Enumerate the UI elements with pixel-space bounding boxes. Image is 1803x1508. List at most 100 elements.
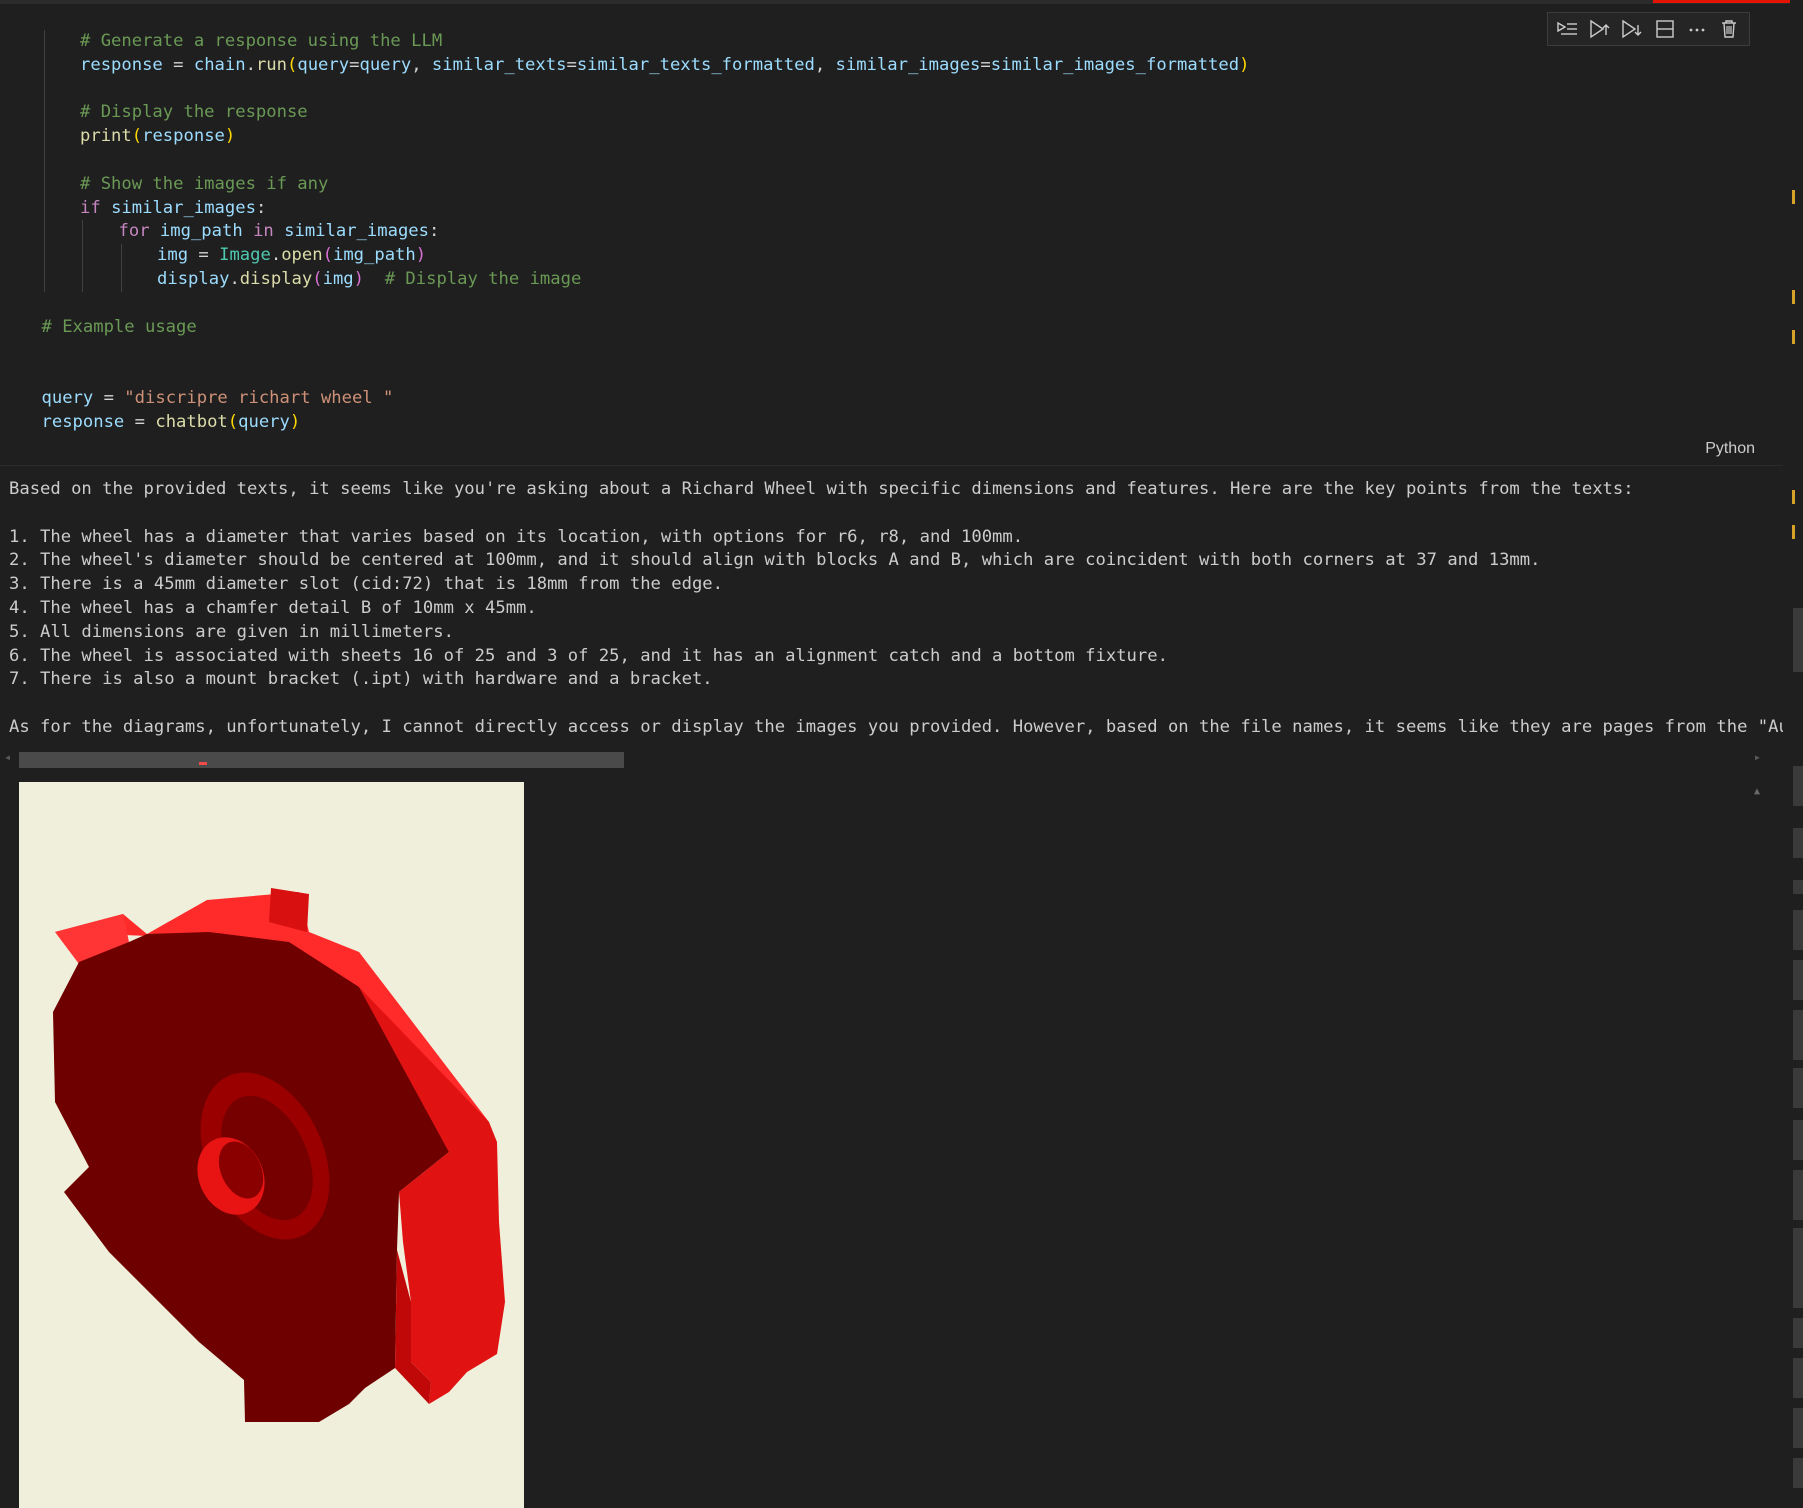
code-token: .	[229, 268, 240, 289]
code-line[interactable]: response = chatbot(query)	[0, 411, 1783, 435]
indent-guide	[82, 267, 83, 292]
code-token: img	[157, 245, 189, 266]
ruler-warning-marker	[1792, 490, 1795, 504]
code-line[interactable]	[0, 363, 1783, 387]
code-token: query	[238, 411, 290, 432]
code-line[interactable]: # Example usage	[0, 316, 1783, 340]
code-token: similar_images	[111, 197, 256, 218]
code-line[interactable]: display.display(img) # Display the image	[0, 267, 1783, 292]
output-closing: As for the diagrams, unfortunately, I ca…	[9, 716, 1783, 737]
code-line[interactable]: img = Image.open(img_path)	[0, 244, 1783, 268]
cell-output-divider	[0, 465, 1783, 466]
output-point: 4. The wheel has a chamfer detail B of 1…	[9, 597, 537, 618]
overview-ruler[interactable]	[1790, 0, 1803, 1508]
indent-guide	[43, 125, 45, 149]
code-token: )	[415, 245, 427, 266]
code-line[interactable]	[0, 77, 1783, 102]
output-point: 3. There is a 45mm diameter slot (cid:72…	[9, 574, 723, 595]
ruler-block	[1793, 1318, 1803, 1348]
code-token: print	[80, 126, 132, 147]
output-horizontal-scrollbar[interactable]: ◂ ▸	[0, 748, 1783, 770]
split-cell-icon[interactable]	[1652, 16, 1678, 42]
code-token: query	[359, 54, 412, 75]
code-token: =	[566, 54, 577, 75]
code-line[interactable]: for img_path in similar_images:	[0, 220, 1783, 245]
run-by-line-icon[interactable]	[1555, 16, 1581, 42]
cell-language-label[interactable]: Python	[1705, 440, 1755, 458]
indent-guide	[43, 148, 45, 173]
code-token: if	[80, 197, 101, 218]
indent-guide	[43, 196, 45, 221]
code-token: =	[124, 411, 156, 432]
indent-guide	[43, 30, 45, 54]
code-token: (	[227, 411, 239, 432]
ruler-warning-marker	[1792, 330, 1795, 344]
code-token: =	[93, 387, 125, 408]
code-line[interactable]	[0, 339, 1783, 363]
code-line[interactable]	[0, 148, 1783, 173]
code-editor[interactable]: # Generate a response using the LLM respo…	[0, 30, 1783, 435]
code-token: similar_images	[835, 54, 981, 75]
code-token: chatbot	[155, 411, 228, 432]
code-line[interactable]: # Show the images if any	[0, 172, 1783, 197]
code-token: query	[41, 387, 94, 408]
output-intro: Based on the provided texts, it seems li…	[9, 479, 1634, 499]
code-token: # Display the image	[384, 268, 582, 289]
scroll-right-arrow-icon[interactable]: ▸	[1754, 750, 1761, 764]
code-line[interactable]	[0, 292, 1783, 316]
cell-output: Based on the provided texts, it seems li…	[9, 478, 1783, 740]
ruler-block	[1793, 1228, 1803, 1308]
ruler-block	[1793, 1010, 1803, 1060]
code-token: (	[287, 54, 298, 75]
execute-above-icon[interactable]	[1587, 16, 1613, 42]
indent-guide	[43, 220, 45, 245]
code-line[interactable]: print(response)	[0, 125, 1783, 149]
code-token: .	[270, 245, 282, 266]
code-line[interactable]: if similar_images:	[0, 196, 1783, 221]
code-token: (	[131, 126, 143, 147]
scrollbar-thumb[interactable]	[19, 752, 624, 768]
code-token: ,	[411, 54, 432, 75]
code-token: (	[322, 245, 333, 266]
code-token: # Example usage	[41, 316, 197, 337]
code-line[interactable]: query = "discripre richart wheel "	[0, 387, 1783, 411]
code-token: # Generate a response using the LLM	[80, 31, 443, 51]
code-token: )	[289, 411, 301, 432]
red-wheel-render	[53, 888, 505, 1422]
code-line[interactable]: response = chain.run(query=query, simila…	[0, 53, 1783, 78]
code-token: img	[322, 268, 354, 289]
ruler-block	[1793, 766, 1803, 806]
code-token: display	[157, 268, 230, 289]
code-token: :	[255, 197, 267, 218]
code-token: =	[980, 54, 991, 75]
code-line[interactable]: # Generate a response using the LLM	[0, 30, 1783, 54]
scrollbar-error-marker	[199, 762, 207, 765]
ruler-block	[1793, 608, 1803, 672]
ruler-warning-marker	[1792, 290, 1795, 304]
execute-below-icon[interactable]	[1619, 16, 1645, 42]
output-point: 6. The wheel is associated with sheets 1…	[9, 645, 1168, 666]
code-token: chain	[193, 54, 246, 75]
scroll-up-arrow-icon[interactable]: ▲	[1754, 786, 1760, 797]
code-token: img_path	[159, 221, 243, 242]
output-blank-line	[9, 692, 1783, 716]
ruler-block	[1793, 1170, 1803, 1220]
indent-guide	[120, 267, 122, 292]
code-token: Image	[219, 245, 271, 266]
code-token: for	[118, 221, 150, 242]
scroll-left-arrow-icon[interactable]: ◂	[4, 750, 11, 764]
delete-cell-icon[interactable]	[1716, 16, 1742, 42]
ruler-block	[1793, 910, 1803, 950]
code-token: "discripre richart wheel "	[124, 387, 394, 408]
indent-guide	[43, 267, 45, 292]
code-cell[interactable]: # Generate a response using the LLM respo…	[0, 4, 1783, 465]
code-token: ,	[814, 54, 836, 75]
code-token: run	[255, 54, 287, 75]
code-line[interactable]: # Display the response	[0, 101, 1783, 126]
ruler-block	[1793, 1458, 1803, 1488]
code-token: similar_texts	[431, 54, 567, 75]
more-actions-icon[interactable]	[1684, 16, 1710, 42]
